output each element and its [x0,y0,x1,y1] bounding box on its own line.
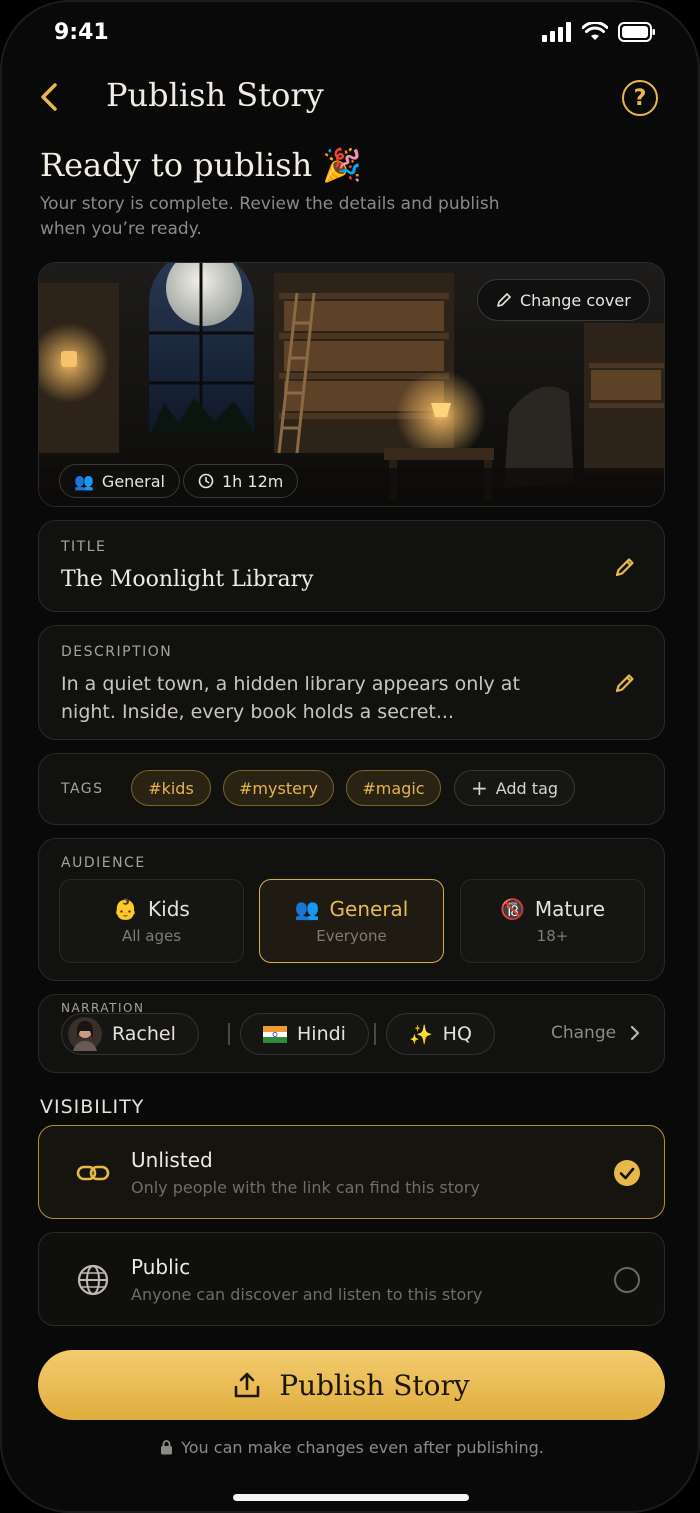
duration-chip-label: 1h 12m [222,471,284,491]
avatar [68,1017,102,1051]
tag-chip[interactable]: #kids [131,770,211,806]
title-value: The Moonlight Library [61,567,314,592]
link-icon [76,1165,110,1181]
lock-icon [161,1440,173,1455]
visibility-heading: VISIBILITY [40,1096,145,1118]
description-label: DESCRIPTION [61,644,173,660]
audience-option-general-label: General [329,897,409,921]
audience-card: AUDIENCE 👶 Kids All ages 👥 General Every… [38,838,665,981]
language-name: Hindi [297,1023,346,1045]
audience-chip: 👥 General [59,464,180,498]
change-cover-button[interactable]: Change cover [477,279,650,321]
no-under-18-icon: 🔞 [499,897,525,921]
edit-title-pencil-icon[interactable] [614,556,636,578]
public-title: Public [131,1255,191,1279]
signal-icon [542,22,571,42]
audience-option-kids[interactable]: 👶 Kids All ages [59,879,244,963]
page-title: Publish Story [106,76,324,114]
quality-name: HQ [442,1023,472,1045]
status-time: 9:41 [54,20,109,45]
help-button[interactable]: ? [622,80,658,116]
narration-change-label: Change [551,1023,617,1043]
sparkles-icon: ✨ [409,1023,433,1046]
ready-heading-text: Ready to publish [40,146,313,184]
radio-empty-icon [614,1267,640,1293]
language-pill[interactable]: Hindi [240,1013,369,1055]
title-label: TITLE [61,539,107,555]
quality-pill[interactable]: ✨ HQ [386,1013,495,1055]
divider [228,1023,230,1045]
tags-label: TAGS [61,781,104,797]
upload-icon [234,1372,260,1398]
audience-option-general[interactable]: 👥 General Everyone [259,879,444,963]
unlisted-title: Unlisted [131,1148,213,1172]
party-popper-icon: 🎉 [322,146,363,184]
audience-option-kids-label: Kids [148,897,190,921]
narration-change-link[interactable]: Change [551,1023,640,1043]
tags-row: TAGS #kids #mystery #magic + Add tag [38,753,665,825]
wifi-icon [582,22,608,40]
description-value: In a quiet town, a hidden library appear… [61,673,520,723]
chevron-right-icon [630,1025,640,1041]
ready-heading: Ready to publish 🎉 [40,146,362,184]
phone-screen: 9:41 Publish Story ? Ready to publish 🎉 … [0,0,700,1513]
audience-option-mature-name: 🔞 Mature [500,897,605,921]
change-cover-label: Change cover [520,290,631,310]
description-field[interactable]: DESCRIPTION In a quiet town, a hidden li… [38,625,665,740]
pencil-icon [497,293,511,307]
narration-card: NARRATION Rachel Hindi ✨ HQ Change [38,994,665,1073]
home-indicator[interactable] [233,1494,469,1501]
people-icon: 👥 [294,897,320,921]
audience-option-general-sub: Everyone [316,927,387,945]
divider [374,1023,376,1045]
tag-chip[interactable]: #mystery [223,770,334,806]
edit-description-pencil-icon[interactable] [614,672,636,694]
visibility-option-unlisted[interactable]: Unlisted Only people with the link can f… [38,1125,665,1219]
add-tag-label: Add tag [495,778,559,798]
publish-label: Publish Story [279,1368,470,1402]
audience-option-mature-label: Mature [534,897,606,921]
status-icons [542,22,656,42]
voice-name: Rachel [112,1023,176,1045]
audience-chip-label: General [101,471,165,491]
publish-story-button[interactable]: Publish Story [38,1350,665,1420]
audience-option-kids-sub: All ages [121,927,182,945]
battery-icon [618,22,655,42]
unlisted-subtitle: Only people with the link can find this … [131,1178,480,1197]
audience-option-mature[interactable]: 🔞 Mature 18+ [460,879,645,963]
title-field[interactable]: TITLE The Moonlight Library [38,520,665,612]
india-flag-icon [263,1025,287,1043]
audience-option-mature-sub: 18+ [536,927,569,945]
add-tag-button[interactable]: + Add tag [454,770,575,806]
globe-icon [77,1264,109,1296]
clock-icon [198,473,214,489]
check-circle-icon [614,1160,640,1186]
publish-note: You can make changes even after publishi… [2,1438,698,1457]
baby-face-icon: 👶 [113,897,139,921]
audience-label: AUDIENCE [61,855,146,871]
publish-note-text: You can make changes even after publishi… [181,1438,544,1457]
ready-subtitle: Your story is complete. Review the detai… [40,194,500,239]
people-icon: 👥 [74,471,94,491]
back-chevron-icon[interactable] [34,80,68,114]
visibility-option-public[interactable]: Public Anyone can discover and listen to… [38,1232,665,1326]
public-subtitle: Anyone can discover and listen to this s… [131,1285,483,1304]
audience-option-kids-name: 👶 Kids [113,897,190,921]
audience-option-general-name: 👥 General [295,897,409,921]
duration-chip: 1h 12m [183,464,299,498]
voice-pill[interactable]: Rachel [61,1013,199,1055]
tag-chip[interactable]: #magic [346,770,441,806]
plus-icon: + [470,776,488,800]
cover-card: Change cover 👥 General 1h 12m [38,262,665,507]
